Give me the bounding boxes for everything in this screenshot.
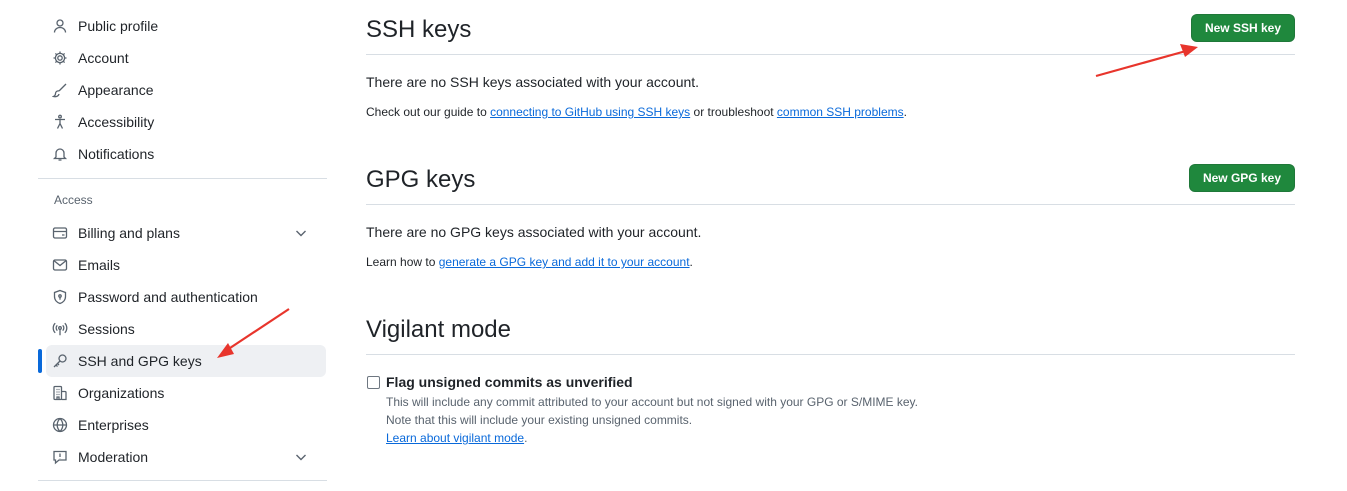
- ssh-guide-text: Check out our guide to connecting to Git…: [366, 105, 907, 119]
- ssh-guide-prefix: Check out our guide to: [366, 105, 491, 119]
- sidebar-item-label: SSH and GPG keys: [78, 353, 202, 369]
- paintbrush-icon: [52, 82, 68, 98]
- gpg-keys-section: GPG keys New GPG key There are no GPG ke…: [366, 150, 1295, 269]
- sidebar-item-label: Enterprises: [78, 417, 149, 433]
- sidebar-item-notifications[interactable]: Notifications: [38, 138, 327, 170]
- sidebar-item-appearance[interactable]: Appearance: [38, 74, 327, 106]
- sidebar-item-label: Account: [78, 50, 129, 66]
- gear-icon: [52, 50, 68, 66]
- vigilant-learn-line: Learn about vigilant mode.: [386, 429, 918, 447]
- gpg-learn-prefix: Learn how to: [366, 255, 439, 269]
- ssh-keys-title: SSH keys: [366, 16, 472, 43]
- new-gpg-key-button[interactable]: New GPG key: [1188, 164, 1295, 192]
- report-icon: [52, 449, 68, 465]
- sidebar-item-label: Public profile: [78, 18, 159, 34]
- sidebar-item-organizations[interactable]: Organizations: [38, 377, 327, 409]
- sidebar-item-public-profile[interactable]: Public profile: [38, 10, 327, 42]
- sidebar-item-emails[interactable]: Emails: [38, 249, 327, 281]
- active-indicator: [38, 349, 42, 373]
- key-icon: [52, 353, 68, 369]
- vigilant-learn-link[interactable]: Learn about vigilant mode: [386, 431, 524, 445]
- sidebar-item-account[interactable]: Account: [38, 42, 327, 74]
- sidebar-item-label: Moderation: [78, 449, 149, 465]
- sidebar-item-label: Appearance: [78, 82, 154, 98]
- ssh-empty-message: There are no SSH keys associated with yo…: [366, 74, 700, 90]
- globe-icon: [52, 417, 68, 433]
- sidebar-item-sessions[interactable]: Sessions: [38, 313, 327, 345]
- ssh-guide-link[interactable]: connecting to GitHub using SSH keys: [490, 105, 690, 119]
- organization-icon: [52, 385, 68, 401]
- sidebar-item-label: Password and authentication: [78, 289, 258, 305]
- bell-icon: [52, 146, 68, 162]
- ssh-guide-middle: or troubleshoot: [690, 105, 777, 119]
- accessibility-icon: [52, 114, 68, 130]
- sidebar-item-password[interactable]: Password and authentication: [38, 281, 327, 313]
- mail-icon: [52, 257, 68, 273]
- gpg-learn-text: Learn how to generate a GPG key and add …: [366, 255, 693, 269]
- ssh-problems-link[interactable]: common SSH problems: [777, 105, 904, 119]
- gpg-generate-link[interactable]: generate a GPG key and add it to your ac…: [439, 255, 690, 269]
- vigilant-description: This will include any commit attributed …: [386, 393, 918, 447]
- sidebar-item-label: Notifications: [78, 146, 155, 162]
- vigilant-checkbox-label[interactable]: Flag unsigned commits as unverified: [386, 374, 633, 390]
- vigilant-mode-title: Vigilant mode: [366, 316, 511, 343]
- sidebar-item-label: Billing and plans: [78, 225, 180, 241]
- ssh-keys-section: SSH keys New SSH key There are no SSH ke…: [366, 0, 1295, 119]
- sidebar-item-accessibility[interactable]: Accessibility: [38, 106, 327, 138]
- sidebar-item-moderation[interactable]: Moderation: [38, 441, 327, 473]
- vigilant-mode-checkbox[interactable]: [367, 376, 380, 389]
- sidebar-item-label: Emails: [78, 257, 121, 273]
- sidebar-item-label: Organizations: [78, 385, 165, 401]
- settings-sidebar: Public profile Account Appearance Access…: [38, 0, 327, 481]
- chevron-down-icon[interactable]: [293, 225, 309, 241]
- chevron-down-icon[interactable]: [293, 449, 309, 465]
- gpg-keys-header: GPG keys New GPG key: [366, 150, 1295, 205]
- vigilant-mode-section: Vigilant mode Flag unsigned commits as u…: [366, 300, 1295, 445]
- vigilant-learn-suffix: .: [524, 431, 528, 445]
- new-ssh-key-button[interactable]: New SSH key: [1190, 14, 1295, 42]
- sidebar-item-enterprises[interactable]: Enterprises: [38, 409, 327, 441]
- vigilant-desc-line2: Note that this will include your existin…: [386, 413, 693, 427]
- sidebar-item-label: Accessibility: [78, 114, 155, 130]
- gpg-empty-message: There are no GPG keys associated with yo…: [366, 224, 702, 240]
- ssh-keys-header: SSH keys New SSH key: [366, 0, 1295, 55]
- sidebar-divider: [38, 480, 327, 481]
- vigilant-mode-header: Vigilant mode: [366, 300, 1295, 355]
- broadcast-icon: [52, 321, 68, 337]
- person-icon: [52, 18, 68, 34]
- sidebar-item-label: Sessions: [78, 321, 135, 337]
- credit-card-icon: [52, 225, 68, 241]
- sidebar-item-billing[interactable]: Billing and plans: [38, 217, 327, 249]
- shield-lock-icon: [52, 289, 68, 305]
- sidebar-item-ssh-gpg-keys[interactable]: SSH and GPG keys: [38, 345, 326, 377]
- ssh-guide-suffix: .: [903, 105, 907, 119]
- vigilant-desc-line1: This will include any commit attributed …: [386, 395, 919, 409]
- gpg-keys-title: GPG keys: [366, 166, 476, 193]
- gpg-learn-suffix: .: [689, 255, 693, 269]
- sidebar-section-access: Access: [54, 193, 93, 207]
